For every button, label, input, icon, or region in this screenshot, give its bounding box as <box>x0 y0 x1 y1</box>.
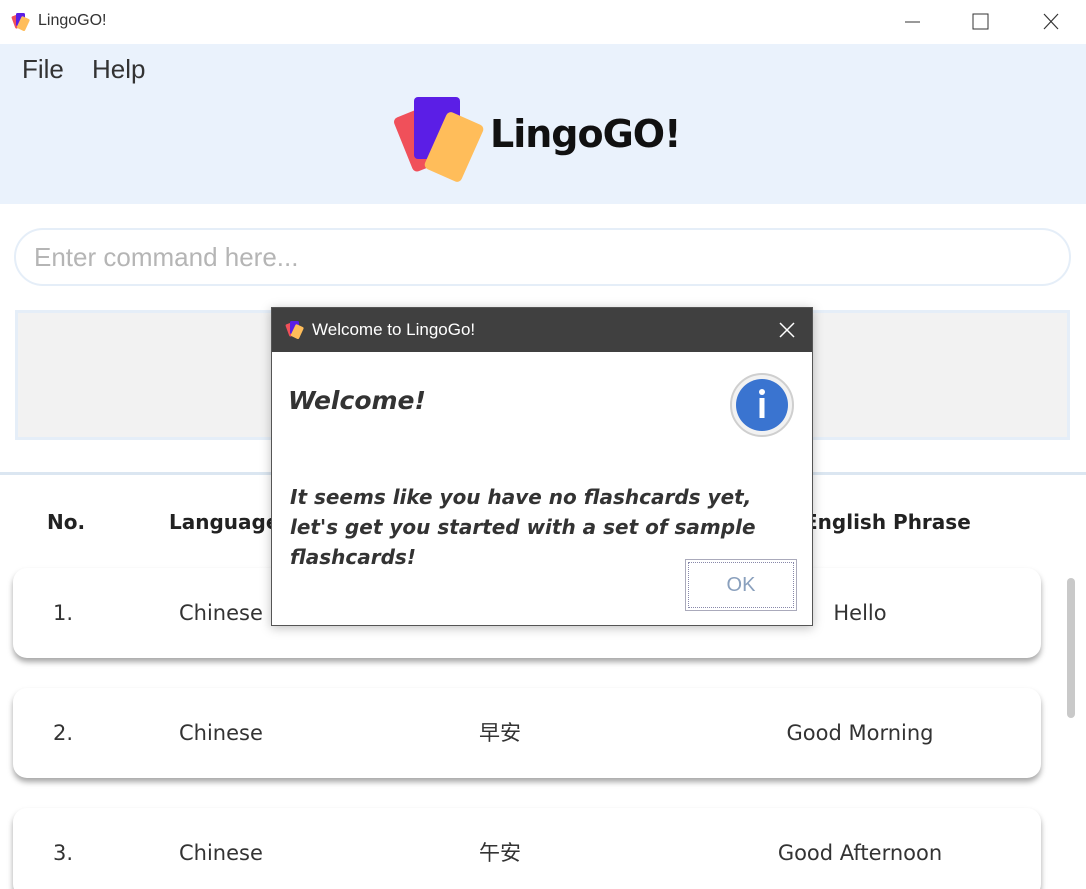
window-title-bar: LingoGO! <box>0 0 1086 44</box>
dialog-title: Welcome to LingoGo! <box>312 320 476 339</box>
window-title: LingoGO! <box>38 12 107 29</box>
row-number: 2. <box>53 721 74 745</box>
close-icon <box>779 322 795 338</box>
dialog-title-bar: Welcome to LingoGo! <box>272 308 812 352</box>
column-header-no: No. <box>47 510 86 534</box>
row-language: Chinese <box>179 601 263 625</box>
flashcard-row[interactable]: 2. Chinese 早安 Good Morning <box>13 688 1041 778</box>
ok-button[interactable]: OK <box>685 559 797 611</box>
dialog-heading: Welcome! <box>288 386 426 415</box>
row-language: Chinese <box>179 841 263 865</box>
row-foreign-phrase: 午安 <box>479 841 521 865</box>
row-foreign-phrase: 早安 <box>479 721 521 745</box>
column-header-language: Language <box>169 510 280 534</box>
app-header: File Help LingoGO! <box>0 44 1086 204</box>
close-icon <box>1043 13 1059 30</box>
maximize-icon <box>972 13 989 30</box>
row-english-phrase: Good Afternoon <box>777 841 943 865</box>
row-number: 1. <box>53 601 74 625</box>
info-icon <box>730 373 794 437</box>
welcome-dialog: Welcome to LingoGo! Welcome! It seems li… <box>271 307 813 626</box>
minimize-button[interactable] <box>882 0 942 44</box>
menu-help[interactable]: Help <box>92 54 145 85</box>
app-logo-icon <box>285 321 304 339</box>
logo-text: LingoGO! <box>490 112 681 156</box>
dialog-close-button[interactable] <box>772 316 802 344</box>
lingogo-logo-icon <box>394 97 484 182</box>
list-scrollbar[interactable] <box>1067 578 1075 718</box>
minimize-icon <box>905 21 920 23</box>
row-number: 3. <box>53 841 74 865</box>
maximize-button[interactable] <box>950 0 1010 44</box>
app-logo-icon <box>11 13 30 31</box>
flashcard-row[interactable]: 3. Chinese 午安 Good Afternoon <box>13 808 1041 889</box>
row-language: Chinese <box>179 721 263 745</box>
command-input[interactable] <box>14 228 1071 286</box>
column-header-english: English Phrase <box>804 510 971 534</box>
menu-file[interactable]: File <box>22 54 64 85</box>
row-english-phrase: Good Morning <box>786 721 934 745</box>
close-window-button[interactable] <box>1020 0 1080 44</box>
